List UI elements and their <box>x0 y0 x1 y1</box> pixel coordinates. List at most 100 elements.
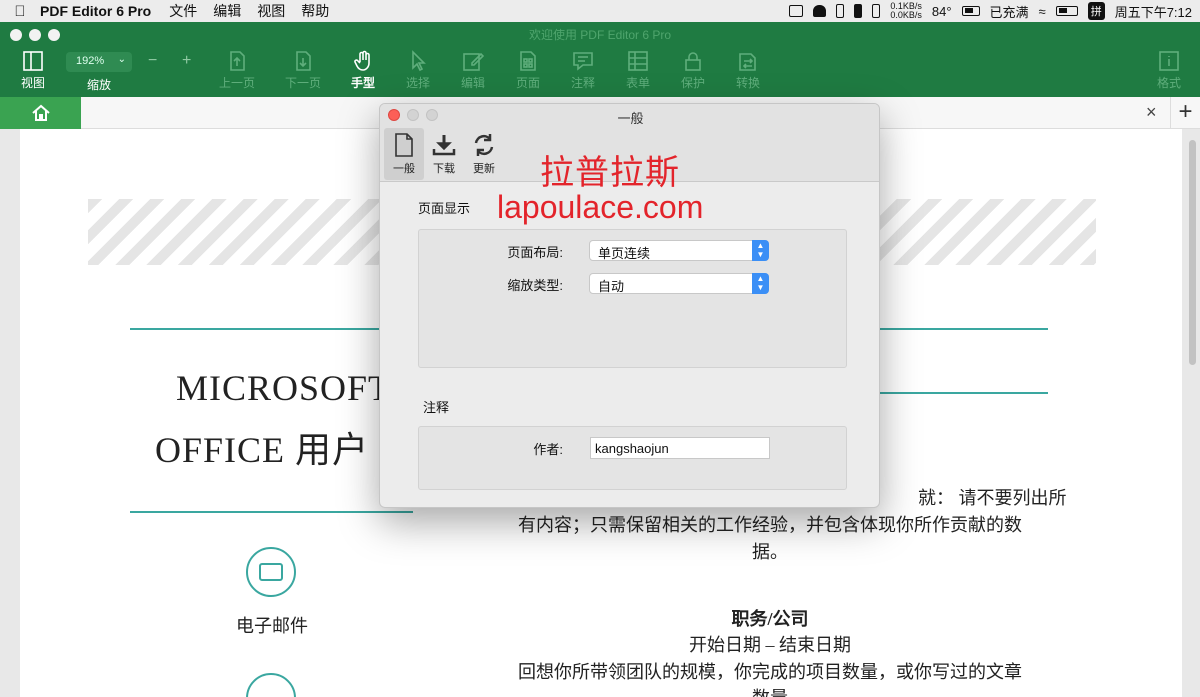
download-icon <box>432 135 456 156</box>
vertical-scrollbar[interactable] <box>1189 140 1196 365</box>
zoom-select[interactable]: 192% ⌄ <box>66 52 132 72</box>
annotation-group: 作者: kangshaojun <box>418 426 847 490</box>
app-menu[interactable]: PDF Editor 6 Pro <box>40 3 151 19</box>
convert-tool-button[interactable]: 转换 <box>723 50 773 91</box>
next-page-icon <box>296 51 311 71</box>
wifi-icon[interactable]: ≈ <box>1039 4 1046 19</box>
new-tab-button[interactable]: + <box>1170 97 1200 129</box>
page-tool-button[interactable]: 页面 <box>503 50 553 91</box>
author-input[interactable]: kangshaojun <box>590 437 770 459</box>
body-text: 回想你所带领团队的规模，你完成的项目数量，或你写过的文章 <box>518 662 1022 682</box>
page-layout-select[interactable]: 单页连续 ▲ ▼ <box>589 240 769 261</box>
page-label: 页面 <box>515 76 540 90</box>
email-circle-icon <box>246 547 296 597</box>
protect-tool-button[interactable]: 保护 <box>668 50 718 91</box>
apple-icon[interactable]:  <box>0 3 40 20</box>
job-title: 职务/公司 <box>731 609 809 629</box>
system-menu-bar:  PDF Editor 6 Pro 文件 编辑 视图 帮助 0.1KB/s 0… <box>0 0 1200 22</box>
cursor-icon <box>412 50 426 72</box>
battery-status[interactable]: 已充满 <box>990 2 1029 21</box>
hand-tool-button[interactable]: 手型 <box>338 50 388 91</box>
lock-icon <box>685 52 701 71</box>
close-tab-button[interactable]: × <box>1146 102 1157 123</box>
pencil-edit-icon <box>463 52 484 71</box>
annotate-label: 注释 <box>570 76 595 90</box>
app-toolbar: 欢迎使用 PDF Editor 6 Pro 视图 192% ⌄ 缩放 − + 上… <box>0 22 1200 97</box>
input-method-icon[interactable]: 拼 <box>1087 2 1105 20</box>
annotate-tool-button[interactable]: 注释 <box>558 50 608 91</box>
charging-icon[interactable] <box>1055 6 1078 16</box>
network-speed[interactable]: 0.1KB/s 0.0KB/s <box>890 2 922 20</box>
hand-label: 手型 <box>350 76 375 90</box>
battery-icon[interactable] <box>961 6 980 16</box>
chevron-down-icon: ⌄ <box>117 54 126 65</box>
memory-meter-icon[interactable] <box>854 4 863 18</box>
zoom-out-button[interactable]: − <box>148 52 157 70</box>
page-layout-value: 单页连续 <box>598 246 651 261</box>
job-dates: 开始日期 – 结束日期 <box>689 635 851 655</box>
qq-icon[interactable] <box>813 5 827 17</box>
refresh-icon <box>474 134 494 156</box>
sidebar-view-icon <box>23 51 43 71</box>
zoom-label: 缩放 <box>86 78 111 92</box>
window-title: 欢迎使用 PDF Editor 6 Pro <box>528 28 672 42</box>
prev-page-button[interactable]: 上一页 <box>212 50 262 91</box>
format-panel-button[interactable]: 格式 <box>1144 50 1194 91</box>
tab-general-label: 一般 <box>393 163 415 175</box>
email-label: 电子邮件 <box>236 616 308 636</box>
watermark-cn: 拉普拉斯 <box>540 154 680 192</box>
select-stepper-icon: ▲ ▼ <box>752 240 769 261</box>
menu-help[interactable]: 帮助 <box>301 1 329 21</box>
menu-view[interactable]: 视图 <box>257 1 285 21</box>
zoom-value: 192% <box>76 55 105 67</box>
zoom-type-select[interactable]: 自动 ▲ ▼ <box>589 273 769 294</box>
comment-icon <box>573 52 593 71</box>
disk-meter-icon[interactable] <box>872 4 881 18</box>
body-text: 有内容；只需保留相关的工作经验，并包含体现你所作贡献的数 <box>518 515 1022 535</box>
doc-title-line1: MICROSOFT <box>176 368 392 408</box>
form-tool-button[interactable]: 表单 <box>613 50 663 91</box>
body-text: 数量 <box>490 685 1050 697</box>
select-stepper-icon: ▲ ▼ <box>752 273 769 294</box>
clock[interactable]: 周五下午7:12 <box>1115 2 1192 21</box>
airplay-icon[interactable] <box>789 5 804 17</box>
zoom-caption: 缩放 <box>74 76 124 93</box>
tab-download[interactable]: 下载 <box>424 128 464 180</box>
divider-line <box>880 392 1048 394</box>
net-download: 0.0KB/s <box>890 10 922 20</box>
zoom-type-value: 自动 <box>598 279 625 294</box>
info-panel-icon <box>1159 51 1179 71</box>
zoom-in-button[interactable]: + <box>182 52 191 70</box>
form-icon <box>628 51 648 71</box>
select-tool-button[interactable]: 选择 <box>393 50 443 91</box>
author-label: 作者: <box>533 442 563 457</box>
cpu-meter-icon[interactable] <box>836 4 845 18</box>
divider-line <box>130 511 413 513</box>
tab-general[interactable]: 一般 <box>384 128 424 180</box>
status-area: 0.1KB/s 0.0KB/s 84° 已充满 ≈ 拼 周五下午7:12 <box>789 0 1192 22</box>
dialog-title: 一般 <box>617 111 644 126</box>
contact-circle-icon <box>246 673 296 697</box>
home-tab[interactable] <box>0 97 81 129</box>
view-button[interactable]: 视图 <box>8 50 58 91</box>
next-page-button[interactable]: 下一页 <box>278 50 328 91</box>
menu-file[interactable]: 文件 <box>169 1 197 21</box>
tab-update-label: 更新 <box>473 163 495 175</box>
page-layout-label: 页面布局: <box>507 245 563 260</box>
convert-icon <box>739 53 756 71</box>
body-text: 据。 <box>752 542 788 562</box>
view-label: 视图 <box>20 76 45 90</box>
prev-page-icon <box>230 51 245 71</box>
page-display-section-title: 页面显示 <box>418 201 471 216</box>
tab-update[interactable]: 更新 <box>464 128 504 180</box>
tab-download-label: 下载 <box>433 163 455 175</box>
page-grid-icon <box>520 51 536 71</box>
page-display-group: 页面布局: 单页连续 ▲ ▼ 缩放类型: 自动 ▲ ▼ <box>418 229 847 368</box>
menu-edit[interactable]: 编辑 <box>213 1 241 21</box>
home-icon <box>31 104 50 121</box>
next-page-label: 下一页 <box>284 76 321 90</box>
temperature[interactable]: 84° <box>932 4 952 19</box>
hand-icon <box>354 50 370 71</box>
edit-tool-button[interactable]: 编辑 <box>448 50 498 91</box>
select-label: 选择 <box>405 76 430 90</box>
